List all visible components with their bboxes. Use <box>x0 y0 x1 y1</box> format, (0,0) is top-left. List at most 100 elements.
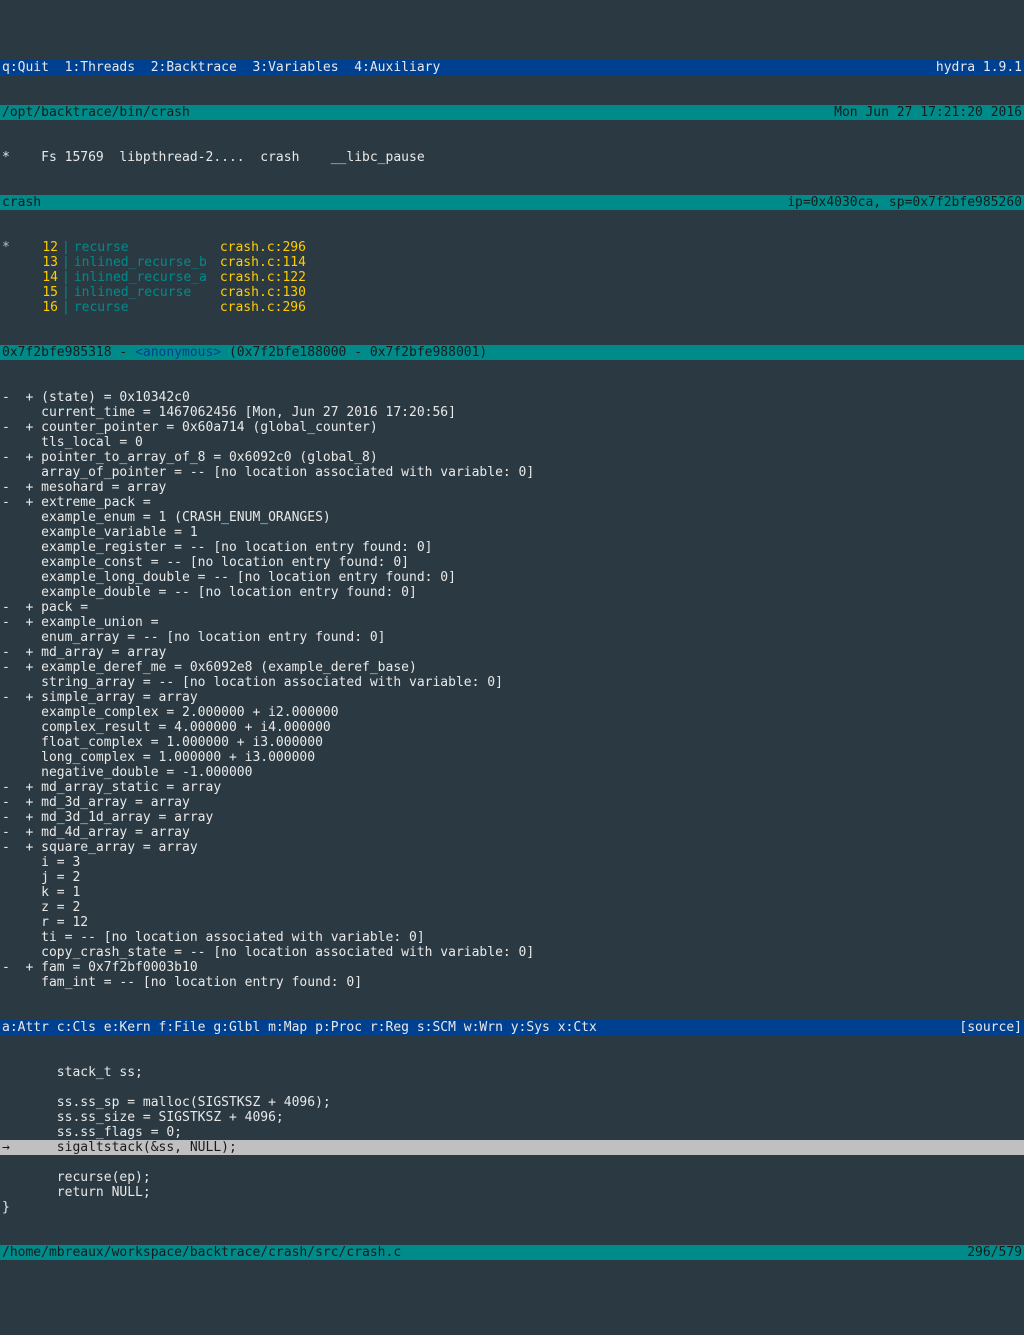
source-line: ss.ss_flags = 0; <box>0 1125 1024 1140</box>
variable-line[interactable]: ti = -- [no location associated with var… <box>0 930 1024 945</box>
region-addr: 0x7f2bfe985318 - <box>2 345 135 360</box>
source-location: crash.c:296 <box>220 300 306 315</box>
source-line-current: → sigaltstack(&ss, NULL); <box>0 1140 1024 1155</box>
separator: | <box>62 270 70 285</box>
variable-line[interactable]: z = 2 <box>0 900 1024 915</box>
selected-marker <box>0 270 12 285</box>
function-name: inlined_recurse_a <box>70 270 220 285</box>
variable-line[interactable]: complex_result = 4.000000 + i4.000000 <box>0 720 1024 735</box>
variable-line[interactable]: example_const = -- [no location entry fo… <box>0 555 1024 570</box>
variable-line[interactable]: fam_int = -- [no location entry found: 0… <box>0 975 1024 990</box>
variable-line[interactable]: example_double = -- [no location entry f… <box>0 585 1024 600</box>
variable-line[interactable]: - + counter_pointer = 0x60a714 (global_c… <box>0 420 1024 435</box>
source-line: ss.ss_sp = malloc(SIGSTKSZ + 4096); <box>0 1095 1024 1110</box>
backtrace-row[interactable]: 13|inlined_recurse_bcrash.c:114 <box>0 255 1024 270</box>
source-line: stack_t ss; <box>0 1065 1024 1080</box>
variable-line[interactable]: long_complex = 1.000000 + i3.000000 <box>0 750 1024 765</box>
backtrace-row[interactable]: *12|recursecrash.c:296 <box>0 240 1024 255</box>
menu-shortcuts: q:Quit 1:Threads 2:Backtrace 3:Variables… <box>2 60 440 75</box>
variable-line[interactable]: float_complex = 1.000000 + i3.000000 <box>0 735 1024 750</box>
source-line: recurse(ep); <box>0 1170 1024 1185</box>
source-line: ss.ss_size = SIGSTKSZ + 4096; <box>0 1110 1024 1125</box>
region-range: (0x7f2bfe188000 - 0x7f2bfe988001) <box>221 345 487 360</box>
variable-line[interactable]: tls_local = 0 <box>0 435 1024 450</box>
variable-line[interactable]: - + md_array = array <box>0 645 1024 660</box>
frame-number: 14 <box>12 270 62 285</box>
function-name: inlined_recurse_b <box>70 255 220 270</box>
variable-line[interactable]: - + (state) = 0x10342c0 <box>0 390 1024 405</box>
variable-line[interactable]: copy_crash_state = -- [no location assoc… <box>0 945 1024 960</box>
separator: | <box>62 300 70 315</box>
variable-line[interactable]: j = 2 <box>0 870 1024 885</box>
section-bar: crash ip=0x4030ca, sp=0x7f2bfe985260 <box>0 195 1024 210</box>
variable-line[interactable]: - + square_array = array <box>0 840 1024 855</box>
ip-sp-values: ip=0x4030ca, sp=0x7f2bfe985260 <box>787 195 1022 210</box>
thread-bar[interactable]: * Fs 15769 libpthread-2.... crash __libc… <box>0 150 1024 165</box>
frame-number: 13 <box>12 255 62 270</box>
backtrace-row[interactable]: 14|inlined_recurse_acrash.c:122 <box>0 270 1024 285</box>
separator: | <box>62 255 70 270</box>
source-line <box>0 1155 1024 1170</box>
function-name: recurse <box>70 240 220 255</box>
anonymous-tag: <anonymous> <box>135 345 221 360</box>
variable-line[interactable]: - + md_3d_array = array <box>0 795 1024 810</box>
process-name: crash <box>2 195 41 210</box>
variable-line[interactable]: example_complex = 2.000000 + i2.000000 <box>0 705 1024 720</box>
source-location: crash.c:296 <box>220 240 306 255</box>
variable-line[interactable]: - + extreme_pack = <box>0 495 1024 510</box>
variable-line[interactable]: negative_double = -1.000000 <box>0 765 1024 780</box>
variable-line[interactable]: example_variable = 1 <box>0 525 1024 540</box>
variable-line[interactable]: - + example_union = <box>0 615 1024 630</box>
selected-marker <box>0 255 12 270</box>
variable-line[interactable]: enum_array = -- [no location entry found… <box>0 630 1024 645</box>
function-name: inlined_recurse <box>70 285 220 300</box>
selected-marker <box>0 300 12 315</box>
variable-line[interactable]: current_time = 1467062456 [Mon, Jun 27 2… <box>0 405 1024 420</box>
variable-line[interactable]: i = 3 <box>0 855 1024 870</box>
source-location: crash.c:114 <box>220 255 306 270</box>
selected-marker: * <box>0 240 12 255</box>
variable-line[interactable]: string_array = -- [no location associate… <box>0 675 1024 690</box>
variable-line[interactable]: example_register = -- [no location entry… <box>0 540 1024 555</box>
variable-line[interactable]: example_long_double = -- [no location en… <box>0 570 1024 585</box>
variable-line[interactable]: - + simple_array = array <box>0 690 1024 705</box>
variable-line[interactable]: - + md_4d_array = array <box>0 825 1024 840</box>
variable-line[interactable]: - + example_deref_me = 0x6092e8 (example… <box>0 660 1024 675</box>
variable-line[interactable]: - + md_3d_1d_array = array <box>0 810 1024 825</box>
variable-line[interactable]: - + md_array_static = array <box>0 780 1024 795</box>
backtrace-row[interactable]: 16|recursecrash.c:296 <box>0 300 1024 315</box>
source-line <box>0 1080 1024 1095</box>
line-position: 296/579 <box>967 1245 1022 1260</box>
variable-line[interactable]: example_enum = 1 (CRASH_ENUM_ORANGES) <box>0 510 1024 525</box>
path-bar: /opt/backtrace/bin/crash Mon Jun 27 17:2… <box>0 105 1024 120</box>
frame-number: 15 <box>12 285 62 300</box>
source-location: crash.c:122 <box>220 270 306 285</box>
function-name: recurse <box>70 300 220 315</box>
variable-line[interactable]: - + pointer_to_array_of_8 = 0x6092c0 (gl… <box>0 450 1024 465</box>
variables-panel[interactable]: - + (state) = 0x10342c0 current_time = 1… <box>0 390 1024 990</box>
source-panel[interactable]: stack_t ss; ss.ss_sp = malloc(SIGSTKSZ +… <box>0 1065 1024 1215</box>
app-version: hydra 1.9.1 <box>936 60 1022 75</box>
menu-bar[interactable]: q:Quit 1:Threads 2:Backtrace 3:Variables… <box>0 60 1024 75</box>
separator: | <box>62 240 70 255</box>
source-file-path: /home/mbreaux/workspace/backtrace/crash/… <box>2 1245 401 1260</box>
variable-line[interactable]: k = 1 <box>0 885 1024 900</box>
backtrace-row[interactable]: 15|inlined_recursecrash.c:130 <box>0 285 1024 300</box>
source-line: return NULL; <box>0 1185 1024 1200</box>
variable-line[interactable]: r = 12 <box>0 915 1024 930</box>
source-location: crash.c:130 <box>220 285 306 300</box>
source-line: } <box>0 1200 1024 1215</box>
selected-marker <box>0 285 12 300</box>
variable-line[interactable]: array_of_pointer = -- [no location assoc… <box>0 465 1024 480</box>
frame-number: 12 <box>12 240 62 255</box>
frame-number: 16 <box>12 300 62 315</box>
variable-line[interactable]: - + mesohard = array <box>0 480 1024 495</box>
variable-line[interactable]: - + pack = <box>0 600 1024 615</box>
backtrace-panel[interactable]: *12|recursecrash.c:29613|inlined_recurse… <box>0 240 1024 315</box>
timestamp: Mon Jun 27 17:21:20 2016 <box>834 105 1022 120</box>
binary-path: /opt/backtrace/bin/crash <box>2 105 190 120</box>
separator: | <box>62 285 70 300</box>
command-bar[interactable]: a:Attr c:Cls e:Kern f:File g:Glbl m:Map … <box>0 1020 1024 1035</box>
variable-line[interactable]: - + fam = 0x7f2bf0003b10 <box>0 960 1024 975</box>
anonymous-region-bar: 0x7f2bfe985318 - <anonymous> (0x7f2bfe18… <box>0 345 1024 360</box>
